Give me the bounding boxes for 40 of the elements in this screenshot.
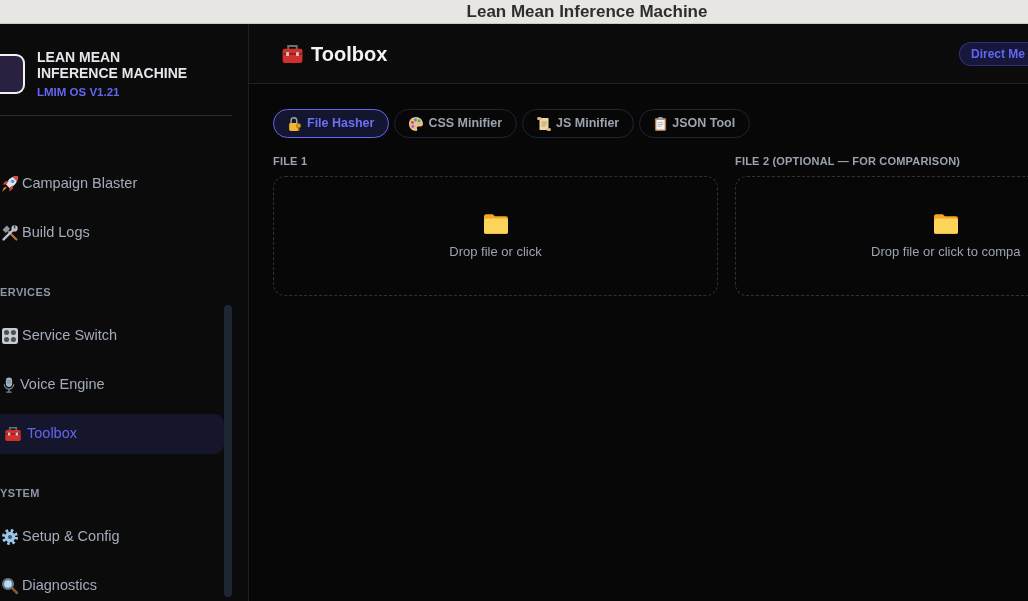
section-heading: YSTEM	[0, 486, 41, 500]
tool-tab[interactable]: File Hasher	[273, 109, 390, 138]
sidebar-item[interactable]: Campaign Blaster	[0, 164, 224, 204]
clipboard-icon	[654, 116, 668, 131]
drop-hint: Drop file or click	[449, 243, 542, 259]
file-drop-zone[interactable]: Drop file or click to compa	[735, 176, 1028, 296]
window-title: Lean Mean Inference Machine	[466, 1, 708, 22]
rocket-icon	[2, 176, 18, 192]
file-drop-zone[interactable]: Drop file or click	[273, 176, 718, 296]
sidebar-item[interactable]: Diagnostics	[0, 566, 224, 601]
lock-key-icon	[288, 116, 302, 131]
field-label: FILE 2 (OPTIONAL — FOR COMPARISON)	[735, 155, 962, 168]
palette-icon	[409, 116, 424, 131]
control-knobs-icon	[2, 328, 18, 344]
sidebar-item[interactable]: Service Switch	[0, 316, 224, 356]
scrollbar-thumb[interactable]	[224, 305, 232, 597]
toolbox-icon	[5, 427, 21, 441]
sidebar-item[interactable]: Setup & Config	[0, 517, 224, 557]
version-label: LMIM OS V1.21	[37, 85, 121, 99]
folder-icon	[933, 213, 958, 234]
sidebar-item[interactable]: Voice Engine	[0, 365, 224, 405]
section-heading: ERVICES	[0, 285, 52, 299]
toolbox-icon	[282, 44, 303, 63]
brand-name: LEAN MEAN INFERENCE MACHINE	[37, 49, 189, 81]
drop-hint: Drop file or click to compa	[871, 243, 1021, 259]
gear-icon	[2, 529, 18, 545]
hammer-wrench-icon	[2, 225, 18, 241]
header-button[interactable]: Direct Me	[958, 41, 1028, 66]
field-label: FILE 1	[273, 155, 309, 168]
page-title: Toolbox	[311, 41, 388, 66]
folder-icon	[483, 213, 508, 234]
microphone-icon	[2, 377, 16, 393]
tool-tab[interactable]: CSS Minifier	[394, 109, 517, 138]
search-icon	[2, 578, 18, 594]
app-logo-icon	[0, 54, 25, 94]
tool-tab[interactable]: JS Minifier	[522, 109, 635, 138]
tool-tab[interactable]: JSON Tool	[639, 109, 751, 138]
sidebar-item[interactable]: Build Logs	[0, 213, 224, 253]
scroll-icon	[537, 116, 551, 131]
sidebar-item[interactable]: Toolbox	[0, 414, 224, 454]
